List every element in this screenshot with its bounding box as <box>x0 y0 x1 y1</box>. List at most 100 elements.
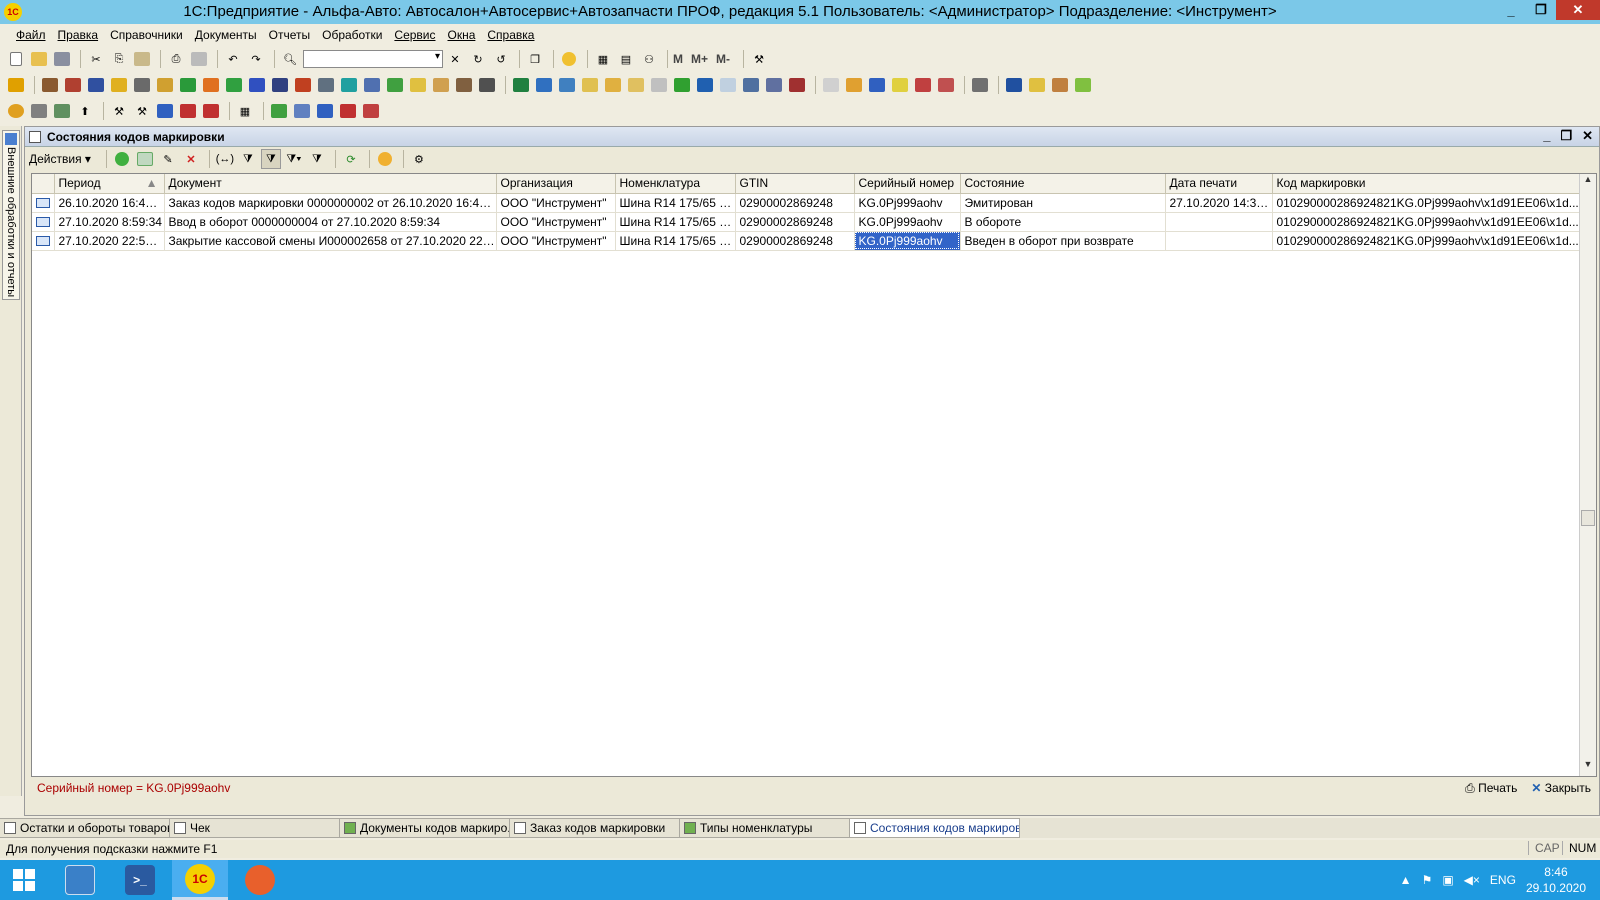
print-preview-icon[interactable] <box>189 49 209 69</box>
people-icon[interactable] <box>1050 75 1070 95</box>
toolbar2-icon-22[interactable] <box>511 75 531 95</box>
tray-volume-icon[interactable]: ◀× <box>1464 873 1480 887</box>
toolbar3-icon-5[interactable]: ⚒ <box>109 101 129 121</box>
toolbar3-icon-8[interactable] <box>178 101 198 121</box>
menu-service[interactable]: Сервис <box>394 28 435 42</box>
redo-icon[interactable]: ↷ <box>246 49 266 69</box>
tray-network-icon[interactable]: ▣ <box>1442 873 1453 887</box>
cell-document[interactable]: Заказ кодов маркировки 0000000002 от 26.… <box>164 193 497 213</box>
col-marking-code-header[interactable]: Код маркировки <box>1272 174 1581 194</box>
col-state-header[interactable]: Состояние <box>960 174 1166 194</box>
vertical-scrollbar[interactable]: ▲ ▼ <box>1579 174 1596 776</box>
menu-reports[interactable]: Отчеты <box>269 28 310 42</box>
toolbar2-icon-3[interactable] <box>63 75 83 95</box>
toolbar2-icon-38[interactable] <box>890 75 910 95</box>
window-tab-stock-turnover[interactable]: Остатки и обороты товаров ... <box>0 818 170 838</box>
delete-icon[interactable]: ✕ <box>181 149 201 169</box>
start-button[interactable] <box>0 860 48 900</box>
cell-state[interactable]: Введен в оборот при возврате <box>960 231 1166 251</box>
table-row[interactable]: 27.10.2020 22:54:47 Закрытие кассовой см… <box>32 231 1581 251</box>
doc-minimize-button[interactable]: _ <box>1543 128 1550 144</box>
save-icon[interactable] <box>52 49 72 69</box>
toolbar3-icon-13[interactable] <box>315 101 335 121</box>
taskbar-powershell[interactable]: >_ <box>112 860 168 900</box>
restore-button[interactable]: ❐ <box>1526 0 1556 20</box>
toolbar2-icon-11[interactable] <box>247 75 267 95</box>
table-row[interactable]: 27.10.2020 8:59:34 Ввод в оборот 0000000… <box>32 212 1581 232</box>
toolbar2-icon-17[interactable] <box>385 75 405 95</box>
copy-row-icon[interactable] <box>135 149 155 169</box>
cell-document[interactable]: Закрытие кассовой смены И000002658 от 27… <box>164 231 497 251</box>
toolbar2-icon-7[interactable] <box>155 75 175 95</box>
cell-print-date[interactable]: 27.10.2020 14:37:36 <box>1165 193 1273 213</box>
settings-icon[interactable]: ⚙ <box>409 149 429 169</box>
filter-by-value-icon[interactable]: ⧩ <box>260 149 281 169</box>
goto-icon[interactable]: (↔) <box>215 149 235 169</box>
memory-minus-button[interactable]: M- <box>716 52 730 66</box>
toolbar2-icon-1[interactable] <box>6 75 26 95</box>
toolbar2-icon-40[interactable] <box>936 75 956 95</box>
cell-serial-selected[interactable]: KG.0Pj999aohv <box>854 231 961 251</box>
cell-period[interactable]: 26.10.2020 16:48:35 <box>54 193 165 213</box>
scroll-up-icon[interactable]: ▲ <box>1580 174 1596 191</box>
cell-serial[interactable]: KG.0Pj999aohv <box>854 193 961 213</box>
toolbar3-icon-11[interactable] <box>269 101 289 121</box>
window-tab-marking-states[interactable]: Состояния кодов маркиров... <box>850 818 1020 838</box>
doc-restore-button[interactable]: ❐ <box>1560 128 1572 144</box>
toolbar2-icon-15[interactable] <box>339 75 359 95</box>
cell-state[interactable]: Эмитирован <box>960 193 1166 213</box>
close-button[interactable]: ✕ Закрыть <box>1531 781 1591 796</box>
cell-gtin[interactable]: 02900002869248 <box>735 231 855 251</box>
menu-file[interactable]: Файл <box>16 28 46 42</box>
toolbar3-icon-12[interactable] <box>292 101 312 121</box>
menu-windows[interactable]: Окна <box>448 28 476 42</box>
window-tab-marking-order[interactable]: Заказ кодов маркировки <box>510 818 680 838</box>
filter-icon[interactable]: ⧩ <box>238 149 258 169</box>
open-folder-icon[interactable] <box>29 49 49 69</box>
find-next-icon[interactable]: ↻ <box>468 49 488 69</box>
toolbar2-icon-28[interactable] <box>649 75 669 95</box>
actions-menu[interactable]: Действия ▾ <box>29 152 91 166</box>
language-indicator[interactable]: ENG <box>1490 873 1516 887</box>
cell-marking-code[interactable]: 010290000286924821KG.0Pj999aohv\x1d91EE0… <box>1272 212 1581 232</box>
clock[interactable]: 8:46 29.10.2020 <box>1526 864 1586 896</box>
window-tab-nomenclature-types[interactable]: Типы номенклатуры <box>680 818 850 838</box>
tray-expand-icon[interactable]: ▲ <box>1400 873 1412 887</box>
scroll-thumb[interactable] <box>1581 510 1595 526</box>
toolbar2-icon-37[interactable] <box>867 75 887 95</box>
cell-period[interactable]: 27.10.2020 8:59:34 <box>54 212 165 232</box>
toolbar2-icon-34[interactable] <box>787 75 807 95</box>
toolbar2-icon-9[interactable] <box>201 75 221 95</box>
cell-print-date[interactable] <box>1165 231 1273 251</box>
toolbar2-icon-10[interactable] <box>224 75 244 95</box>
add-icon[interactable] <box>112 149 132 169</box>
menu-documents[interactable]: Документы <box>195 28 257 42</box>
toolbar2-icon-33[interactable] <box>764 75 784 95</box>
col-nomenclature-header[interactable]: Номенклатура <box>615 174 736 194</box>
toolbar3-icon-3[interactable] <box>52 101 72 121</box>
paste-icon[interactable] <box>132 49 152 69</box>
clear-search-icon[interactable]: ✕ <box>445 49 465 69</box>
toolbar2-icon-18[interactable] <box>408 75 428 95</box>
taskbar-firefox[interactable] <box>232 860 288 900</box>
cell-marking-code[interactable]: 010290000286924821KG.0Pj999aohv\x1d91EE0… <box>1272 231 1581 251</box>
col-print-date-header[interactable]: Дата печати <box>1165 174 1273 194</box>
edit-icon[interactable]: ✎ <box>158 149 178 169</box>
copy-icon[interactable]: ⎘ <box>109 49 129 69</box>
cell-serial[interactable]: KG.0Pj999aohv <box>854 212 961 232</box>
help-icon[interactable] <box>375 149 395 169</box>
menu-processing[interactable]: Обработки <box>322 28 382 42</box>
col-document-header[interactable]: Документ <box>164 174 497 194</box>
toolbar3-icon-14[interactable] <box>338 101 358 121</box>
refresh-icon[interactable]: ⟳ <box>341 149 361 169</box>
toolbar2-icon-6[interactable] <box>132 75 152 95</box>
toolbar2-icon-21[interactable] <box>477 75 497 95</box>
external-processing-tab[interactable]: Внешние обработки и отчеты <box>2 130 20 300</box>
toolbar3-icon-6[interactable]: ⚒ <box>132 101 152 121</box>
tools-icon[interactable]: ⚒ <box>749 49 769 69</box>
table-icon[interactable]: ▦ <box>235 101 255 121</box>
col-organization-header[interactable]: Организация <box>496 174 616 194</box>
tray-flag-icon[interactable]: ⚑ <box>1422 873 1433 887</box>
window-tab-receipt[interactable]: Чек <box>170 818 340 838</box>
toolbar3-icon-2[interactable] <box>29 101 49 121</box>
